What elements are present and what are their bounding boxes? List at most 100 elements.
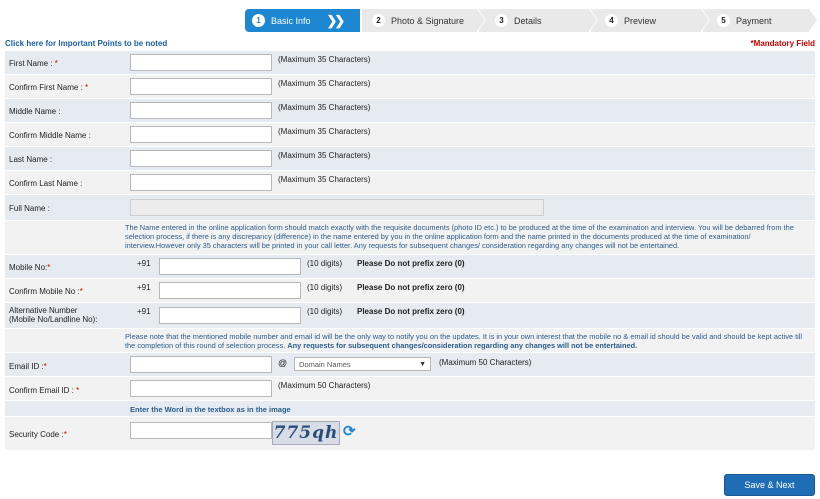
label-text: Email ID : xyxy=(9,362,44,371)
confirm-last-name-hint: (Maximum 35 Characters) xyxy=(278,175,371,184)
middle-name-row xyxy=(5,99,815,123)
save-next-button[interactable]: Save & Next xyxy=(724,474,815,496)
required-mark: * xyxy=(79,287,83,296)
label-text: Confirm First Name : xyxy=(9,83,83,92)
mobile-warning: Please Do not prefix zero (0) xyxy=(357,259,465,268)
required-mark: * xyxy=(63,430,67,439)
step-label: Preview xyxy=(624,15,657,26)
confirm-middle-name-label: Confirm Middle Name : xyxy=(9,131,91,140)
label-text: First Name : xyxy=(9,59,53,68)
step-number: 4 xyxy=(605,14,618,27)
mandatory-field-note: *Mandatory Field xyxy=(750,39,815,48)
step-number: 2 xyxy=(372,14,385,27)
step-number: 5 xyxy=(717,14,730,27)
captcha-instruction-row xyxy=(5,401,815,417)
step-divider xyxy=(809,9,817,31)
progress-steps: 1 Basic Info ❯❯ 2 Photo & Signature 3 De… xyxy=(245,9,818,32)
first-name-hint: (Maximum 35 Characters) xyxy=(278,55,371,64)
required-mark: * xyxy=(82,83,89,92)
step-label: Basic Info xyxy=(271,15,311,26)
step-payment[interactable]: 5 Payment xyxy=(703,9,818,32)
step-divider xyxy=(477,9,485,31)
last-name-label: Last Name : xyxy=(9,155,53,164)
last-name-input[interactable] xyxy=(130,150,272,167)
last-name-row xyxy=(5,147,815,171)
middle-name-label: Middle Name : xyxy=(9,107,61,116)
confirm-last-name-row xyxy=(5,171,815,195)
confirm-mobile-hint: (10 digits) xyxy=(307,283,343,292)
alt-number-input[interactable] xyxy=(159,307,301,324)
security-code-label: Security Code :* xyxy=(9,430,67,439)
email-label: Email ID :* xyxy=(9,362,47,371)
confirm-mobile-label: Confirm Mobile No :* xyxy=(9,287,83,296)
mobile-input[interactable] xyxy=(159,258,301,275)
first-name-input[interactable] xyxy=(130,54,272,71)
refresh-icon[interactable]: ⟳ xyxy=(343,422,356,440)
confirm-first-name-row xyxy=(5,75,815,99)
required-mark: * xyxy=(43,362,47,371)
confirm-email-row xyxy=(5,377,815,401)
name-note: The Name entered in the online applicati… xyxy=(125,223,794,251)
confirm-email-input[interactable] xyxy=(130,380,272,397)
step-preview[interactable]: 4 Preview xyxy=(591,9,710,32)
contact-note: Please note that the mentioned mobile nu… xyxy=(125,332,812,350)
step-number: 1 xyxy=(252,14,265,27)
alt-number-label: Alternative Number (Mobile No/Landline No… xyxy=(9,306,98,324)
step-number: 3 xyxy=(495,14,508,27)
country-code: +91 xyxy=(137,283,151,292)
chevron-down-icon: ▼ xyxy=(419,360,426,368)
required-mark: * xyxy=(73,386,80,395)
alt-number-warning: Please Do not prefix zero (0) xyxy=(357,307,465,316)
country-code: +91 xyxy=(137,307,151,316)
domain-select[interactable]: Domain Names ▼ xyxy=(294,357,431,371)
step-label: Payment xyxy=(736,15,772,26)
alt-number-hint: (10 digits) xyxy=(307,307,343,316)
middle-name-hint: (Maximum 35 Characters) xyxy=(278,103,371,112)
mobile-label: Mobile No:* xyxy=(9,263,50,272)
confirm-email-hint: (Maximum 50 Characters) xyxy=(278,381,371,390)
first-name-row xyxy=(5,51,815,75)
email-hint: (Maximum 50 Characters) xyxy=(439,358,532,367)
required-mark: * xyxy=(47,263,51,272)
security-code-input[interactable] xyxy=(130,422,272,439)
last-name-hint: (Maximum 35 Characters) xyxy=(278,151,371,160)
step-details[interactable]: 3 Details xyxy=(479,9,598,32)
full-name-label: Full Name : xyxy=(9,204,50,213)
label-text: Confirm Mobile No : xyxy=(9,287,80,296)
email-input[interactable] xyxy=(130,356,272,373)
at-sign: @ xyxy=(278,358,288,368)
confirm-middle-name-row xyxy=(5,123,815,147)
mobile-hint: (10 digits) xyxy=(307,259,343,268)
country-code: +91 xyxy=(137,259,151,268)
step-divider xyxy=(701,9,709,31)
first-name-label: First Name : * xyxy=(9,59,58,68)
confirm-last-name-label: Confirm Last Name : xyxy=(9,179,83,188)
step-basic-info[interactable]: 1 Basic Info ❯❯ xyxy=(245,9,360,32)
label-text: Mobile No: xyxy=(9,263,48,272)
step-label: Details xyxy=(514,15,542,26)
double-chevron-icon: ❯❯ xyxy=(326,12,346,28)
label-text: Confirm Email ID : xyxy=(9,386,74,395)
confirm-mobile-input[interactable] xyxy=(159,282,301,299)
confirm-middle-name-input[interactable] xyxy=(130,126,272,143)
step-photo-signature[interactable]: 2 Photo & Signature xyxy=(362,9,486,32)
middle-name-input[interactable] xyxy=(130,102,272,119)
confirm-first-name-hint: (Maximum 35 Characters) xyxy=(278,79,371,88)
label-line-1: Alternative Number xyxy=(9,306,78,315)
confirm-mobile-warning: Please Do not prefix zero (0) xyxy=(357,283,465,292)
security-code-row xyxy=(5,417,815,451)
confirm-email-label: Confirm Email ID : * xyxy=(9,386,79,395)
step-divider xyxy=(589,9,597,31)
full-name-input xyxy=(130,199,544,216)
important-points-link[interactable]: Click here for Important Points to be no… xyxy=(5,39,167,48)
confirm-first-name-input[interactable] xyxy=(130,78,272,95)
domain-select-value: Domain Names xyxy=(299,359,351,369)
required-mark: * xyxy=(52,59,58,68)
confirm-first-name-label: Confirm First Name : * xyxy=(9,83,88,92)
confirm-last-name-input[interactable] xyxy=(130,174,272,191)
captcha-instruction: Enter the Word in the textbox as in the … xyxy=(130,405,291,414)
captcha-image: 775qh xyxy=(272,421,340,445)
label-line-2: (Mobile No/Landline No): xyxy=(9,315,98,324)
confirm-middle-name-hint: (Maximum 35 Characters) xyxy=(278,127,371,136)
note-bold-text: Any requests for subsequent changes/cons… xyxy=(287,341,638,351)
